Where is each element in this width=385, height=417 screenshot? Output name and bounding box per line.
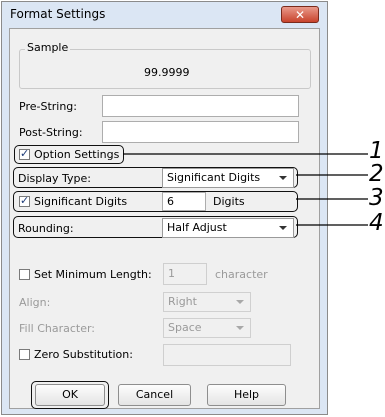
callout-2: 2	[369, 161, 384, 187]
callout-leaders	[123, 153, 368, 226]
callout-1: 1	[369, 138, 384, 164]
callout-3: 3	[369, 185, 384, 211]
callout-4: 4	[369, 210, 384, 236]
